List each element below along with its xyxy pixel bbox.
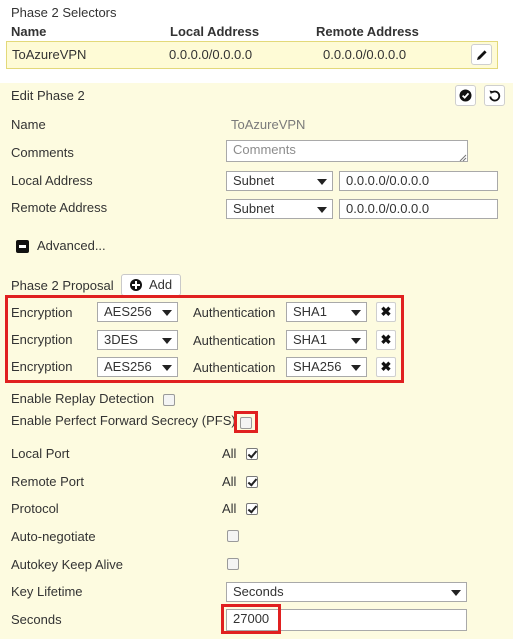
authentication-label: Authentication — [193, 333, 276, 348]
checkmark-icon — [247, 476, 258, 487]
remote-address-label: Remote Address — [11, 200, 108, 215]
pfs-checkbox[interactable] — [240, 417, 252, 429]
key-lifetime-label: Key Lifetime — [11, 584, 83, 599]
undo-icon — [489, 90, 501, 102]
add-proposal-label: Add — [149, 277, 173, 292]
selector-remote-address: 0.0.0.0/0.0.0.0 — [323, 47, 407, 62]
checkmark-icon — [247, 503, 258, 514]
selector-local-address: 0.0.0.0/0.0.0.0 — [169, 47, 253, 62]
authentication-value: SHA1 — [293, 332, 327, 347]
remote-address-input[interactable]: 0.0.0.0/0.0.0.0 — [339, 199, 498, 219]
resize-grip-icon[interactable] — [459, 154, 467, 162]
local-address-label: Local Address — [11, 173, 93, 188]
selectors-title: Phase 2 Selectors — [11, 5, 117, 20]
authentication-value: SHA256 — [293, 359, 342, 374]
col-header-local-address: Local Address — [170, 24, 260, 39]
comments-field[interactable]: Comments — [226, 140, 468, 162]
auto-negotiate-checkbox[interactable] — [227, 530, 239, 542]
key-lifetime-value: Seconds — [233, 584, 284, 599]
encryption-label: Encryption — [11, 305, 73, 320]
advanced-toggle-label[interactable]: Advanced... — [37, 238, 106, 254]
check-circle-icon — [459, 89, 472, 102]
collapse-advanced-icon[interactable] — [16, 240, 29, 253]
remote-port-value: All — [222, 474, 237, 489]
local-address-type-value: Subnet — [233, 173, 275, 188]
name-value: ToAzureVPN — [231, 117, 306, 132]
plus-circle-icon — [130, 279, 142, 291]
chevron-down-icon — [162, 338, 172, 344]
delete-proposal-button[interactable]: ✖ — [376, 330, 396, 350]
chevron-down-icon — [451, 590, 461, 596]
replay-detection-label: Enable Replay Detection — [11, 391, 155, 406]
encryption-label: Encryption — [11, 332, 73, 347]
remote-port-label: Remote Port — [11, 474, 84, 489]
chevron-down-icon — [162, 310, 172, 316]
phase2-proposal-label: Phase 2 Proposal — [11, 278, 114, 293]
selector-row[interactable]: ToAzureVPN 0.0.0.0/0.0.0.0 0.0.0.0/0.0.0… — [6, 41, 498, 69]
authentication-select[interactable]: SHA1 — [286, 330, 367, 350]
apply-button[interactable] — [455, 85, 476, 106]
protocol-all-checkbox[interactable] — [246, 503, 258, 515]
selector-name: ToAzureVPN — [12, 47, 87, 62]
remote-address-type-select[interactable]: Subnet — [226, 199, 333, 219]
encryption-label: Encryption — [11, 359, 73, 374]
local-port-value: All — [222, 446, 237, 461]
local-port-label: Local Port — [11, 446, 70, 461]
delete-proposal-button[interactable]: ✖ — [376, 302, 396, 322]
pfs-label: Enable Perfect Forward Secrecy (PFS) — [11, 413, 236, 428]
chevron-down-icon — [351, 310, 361, 316]
remote-address-type-value: Subnet — [233, 201, 275, 216]
authentication-label: Authentication — [193, 360, 276, 375]
chevron-down-icon — [351, 338, 361, 344]
edit-selector-button[interactable] — [471, 44, 492, 65]
authentication-select[interactable]: SHA1 — [286, 302, 367, 322]
chevron-down-icon — [317, 179, 327, 185]
authentication-select[interactable]: SHA256 — [286, 357, 367, 377]
encryption-value: AES256 — [104, 359, 152, 374]
edit-phase2-title: Edit Phase 2 — [11, 88, 85, 103]
auto-negotiate-label: Auto-negotiate — [11, 529, 96, 544]
col-header-name: Name — [11, 24, 47, 39]
chevron-down-icon — [162, 365, 172, 371]
encryption-value: 3DES — [104, 332, 138, 347]
local-port-all-checkbox[interactable] — [246, 448, 258, 460]
close-icon: ✖ — [380, 304, 392, 319]
encryption-select[interactable]: 3DES — [97, 330, 178, 350]
delete-proposal-button[interactable]: ✖ — [376, 357, 396, 377]
close-icon: ✖ — [380, 359, 392, 374]
protocol-label: Protocol — [11, 501, 59, 516]
replay-detection-checkbox[interactable] — [163, 394, 175, 406]
revert-button[interactable] — [484, 85, 505, 106]
seconds-label: Seconds — [11, 612, 62, 627]
chevron-down-icon — [351, 365, 361, 371]
name-label: Name — [11, 117, 46, 132]
local-address-input[interactable]: 0.0.0.0/0.0.0.0 — [339, 171, 498, 191]
authentication-value: SHA1 — [293, 304, 327, 319]
pencil-icon — [476, 49, 487, 60]
encryption-select[interactable]: AES256 — [97, 302, 178, 322]
seconds-input[interactable]: 27000 — [226, 609, 467, 631]
key-lifetime-select[interactable]: Seconds — [226, 582, 467, 602]
remote-port-all-checkbox[interactable] — [246, 476, 258, 488]
encryption-value: AES256 — [104, 304, 152, 319]
encryption-select[interactable]: AES256 — [97, 357, 178, 377]
add-proposal-button[interactable]: Add — [121, 274, 181, 296]
autokey-keep-alive-checkbox[interactable] — [227, 558, 239, 570]
autokey-keep-alive-label: Autokey Keep Alive — [11, 557, 124, 572]
protocol-value: All — [222, 501, 237, 516]
local-address-type-select[interactable]: Subnet — [226, 171, 333, 191]
chevron-down-icon — [317, 207, 327, 213]
checkmark-icon — [247, 448, 258, 459]
close-icon: ✖ — [380, 332, 392, 347]
authentication-label: Authentication — [193, 305, 276, 320]
col-header-remote-address: Remote Address — [316, 24, 419, 39]
comments-label: Comments — [11, 145, 74, 160]
